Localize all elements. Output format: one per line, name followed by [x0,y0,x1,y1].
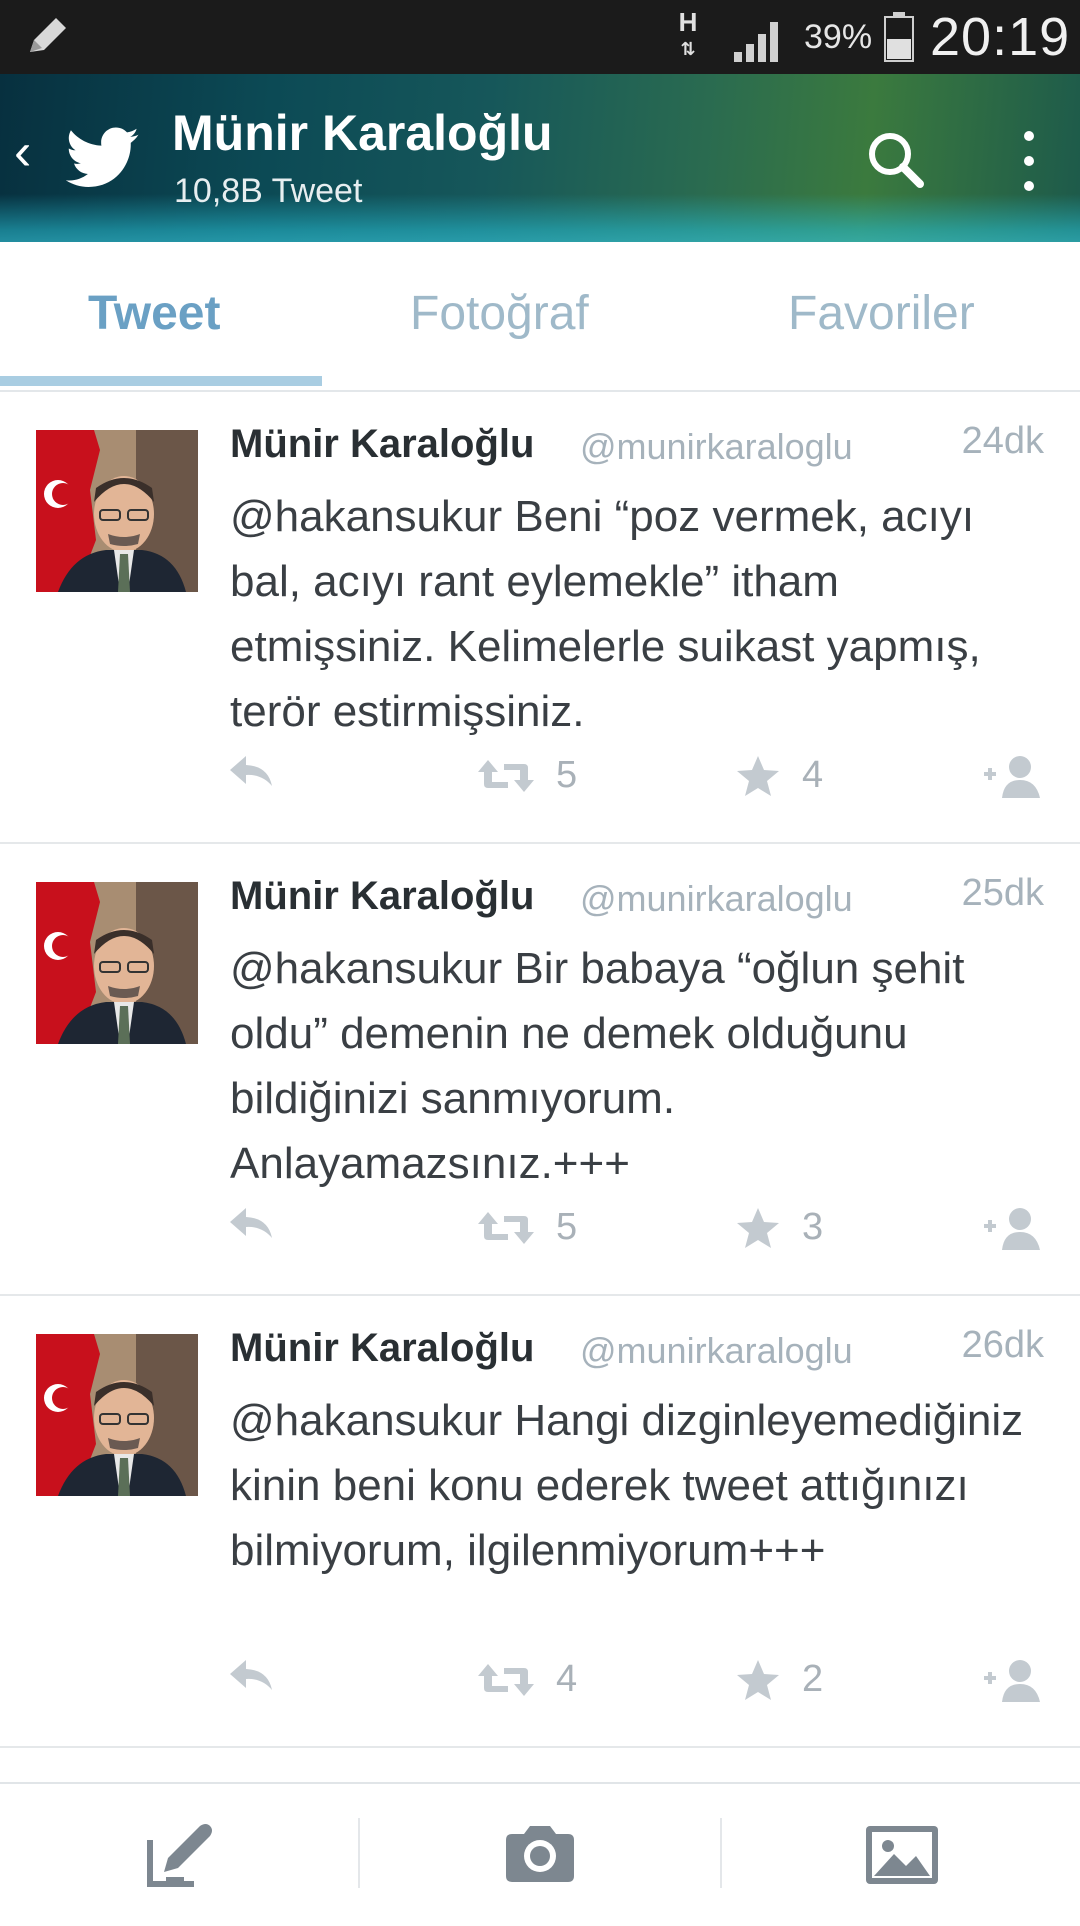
favorite-count: 3 [802,1206,824,1248]
follow-button[interactable] [982,1658,1044,1702]
signal-icon [734,22,778,62]
overflow-menu-icon[interactable] [1014,126,1044,196]
tweet-author-name[interactable]: Münir Karaloğlu [230,422,534,467]
network-h-icon: H ⇅ [678,7,698,59]
tweet-author-name[interactable]: Münir Karaloğlu [230,1326,534,1371]
tab-favoriler[interactable]: Favoriler [788,286,975,341]
reply-button[interactable] [228,1206,274,1240]
tweet-timestamp: 26dk [961,1324,1044,1366]
tweet-item[interactable]: Münir Karaloğlu @munirkaraloglu 26dk @ha… [0,1296,1080,1748]
retweet-count: 4 [556,1658,578,1700]
retweet-count: 5 [556,754,578,796]
follow-button[interactable] [982,1206,1044,1250]
favorite-button[interactable]: 4 [736,754,823,797]
tweet-author-handle[interactable]: @munirkaraloglu [580,1330,853,1372]
favorite-button[interactable]: 3 [736,1206,823,1249]
tweet-author-handle[interactable]: @munirkaraloglu [580,426,853,468]
pencil-icon [30,18,66,52]
profile-tabs: Tweet Fotoğraf Favoriler [0,242,1080,392]
bar-separator [720,1818,722,1888]
status-clock: 20:19 [930,7,1071,67]
retweet-icon [478,1663,534,1696]
profile-name: Münir Karaloğlu [172,105,553,161]
star-icon [737,1659,779,1700]
tweet-item[interactable]: Münir Karaloğlu @munirkaraloglu 24dk @ha… [0,392,1080,844]
avatar[interactable] [36,430,198,592]
retweet-button[interactable]: 5 [478,754,577,797]
retweet-button[interactable]: 5 [478,1206,577,1249]
camera-icon[interactable] [500,1814,580,1894]
reply-button[interactable] [228,1658,274,1692]
favorite-count: 2 [802,1658,824,1700]
retweet-count: 5 [556,1206,578,1248]
add-user-icon [984,1208,1040,1250]
tweet-actions: 4 2 [0,1658,1080,1718]
compose-icon[interactable] [140,1814,220,1894]
tweet-timestamp: 24dk [961,420,1044,462]
bar-separator [358,1818,360,1888]
tweet-actions: 5 3 [0,1206,1080,1266]
back-icon[interactable]: ‹ [14,126,31,178]
tweet-item[interactable]: Münir Karaloğlu @munirkaraloglu 25dk @ha… [0,844,1080,1296]
retweet-icon [478,1211,534,1244]
tab-indicator [0,376,322,386]
battery-percent: 39% [804,18,873,56]
retweet-button[interactable]: 4 [478,1658,577,1701]
twitter-bird-icon[interactable] [66,126,140,190]
favorite-button[interactable]: 2 [736,1658,823,1701]
avatar[interactable] [36,1334,198,1496]
header-background-glow [0,194,1080,242]
status-bar: H ⇅ 39% 20:19 [0,0,1080,74]
tweet-timestamp: 25dk [961,872,1044,914]
gallery-icon[interactable] [862,1814,942,1894]
compose-bar [0,1782,1080,1926]
tweet-actions: 5 4 [0,754,1080,814]
tweet-text: @hakansukur Beni “poz vermek, acıyı bal,… [230,492,981,736]
battery-icon [884,12,914,62]
star-icon [737,1207,779,1248]
retweet-icon [478,759,534,792]
add-user-icon [984,1660,1040,1702]
tweet-count: 10,8B Tweet [174,172,363,210]
reply-icon [230,1208,272,1238]
tab-tweet[interactable]: Tweet [88,286,220,341]
follow-button[interactable] [982,754,1044,798]
tweet-text: @hakansukur Bir babaya “oğlun şehit oldu… [230,944,965,1188]
reply-icon [230,1660,272,1690]
favorite-count: 4 [802,754,824,796]
reply-icon [230,756,272,786]
reply-button[interactable] [228,754,274,788]
profile-header: ‹ Münir Karaloğlu 10,8B Tweet [0,74,1080,242]
tab-fotograf[interactable]: Fotoğraf [410,286,589,341]
tweet-text: @hakansukur Hangi dizginleyemediğiniz ki… [230,1396,1024,1575]
tweet-author-handle[interactable]: @munirkaraloglu [580,878,853,920]
tweet-author-name[interactable]: Münir Karaloğlu [230,874,534,919]
avatar[interactable] [36,882,198,1044]
add-user-icon [984,756,1040,798]
star-icon [737,755,779,796]
search-icon[interactable] [860,124,932,196]
